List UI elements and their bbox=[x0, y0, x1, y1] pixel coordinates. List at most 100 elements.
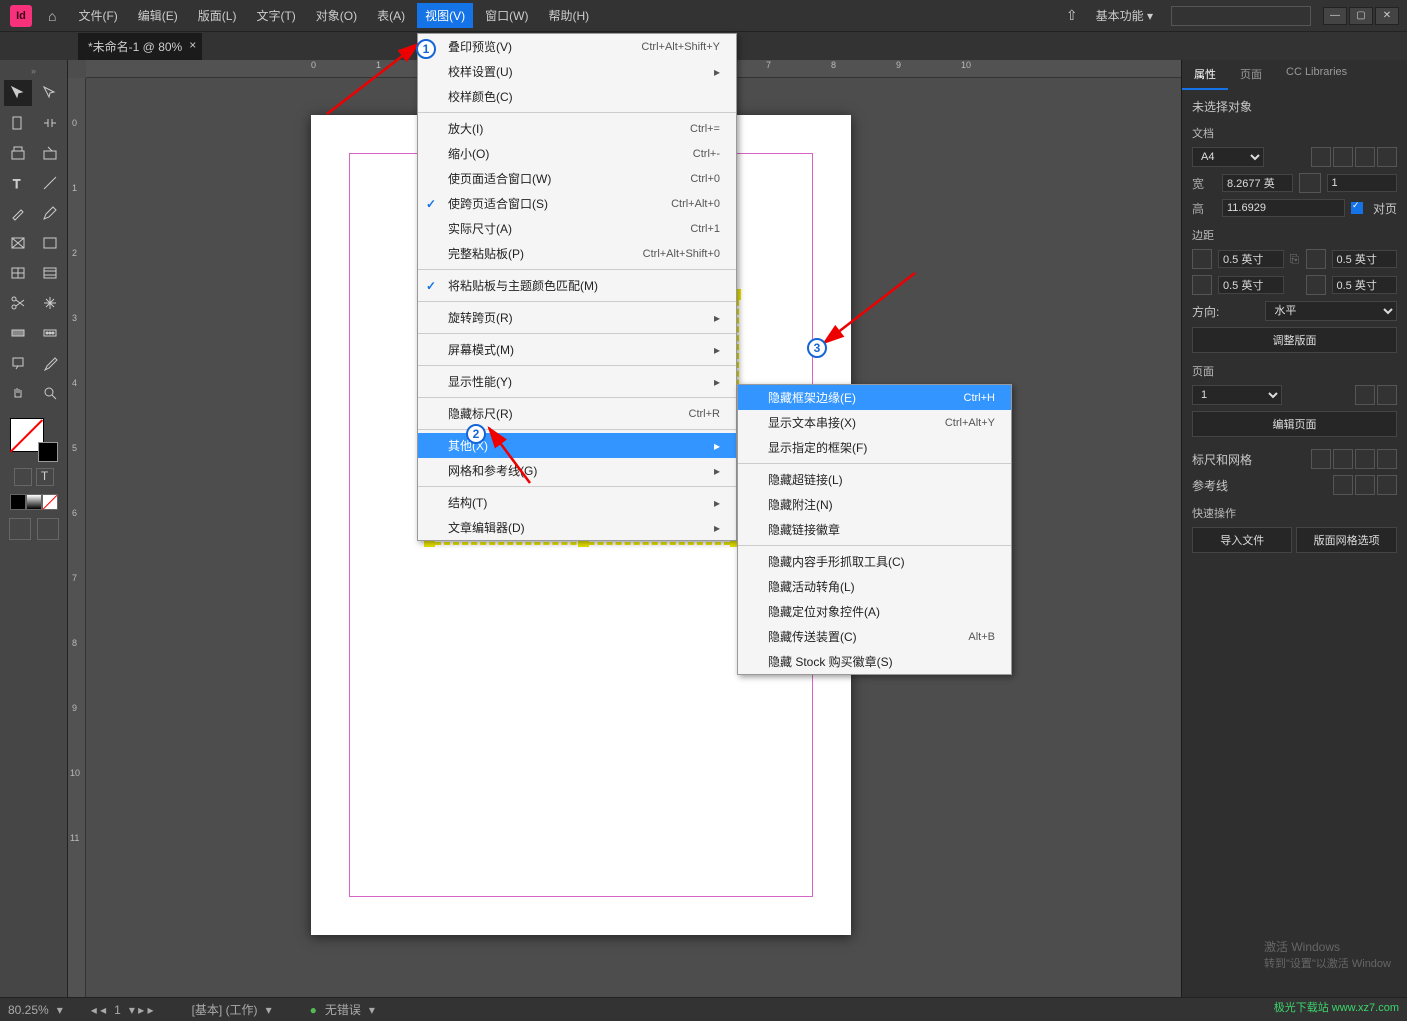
selection-tool[interactable] bbox=[4, 80, 32, 106]
menu-item[interactable]: 旋转跨页(R)▸ bbox=[418, 305, 736, 330]
facing-pages-checkbox[interactable] bbox=[1351, 202, 1363, 214]
menu-object[interactable]: 对象(O) bbox=[308, 3, 365, 28]
orientation-select[interactable]: 水平 bbox=[1265, 301, 1397, 321]
tab-properties[interactable]: 属性 bbox=[1182, 60, 1228, 90]
grid-icon-2[interactable] bbox=[1333, 449, 1353, 469]
menu-layout[interactable]: 版面(L) bbox=[190, 3, 245, 28]
scissors-tool[interactable] bbox=[4, 290, 32, 316]
menu-item[interactable]: 隐藏标尺(R)Ctrl+R bbox=[418, 401, 736, 426]
menu-item[interactable]: 校样颜色(C) bbox=[418, 84, 736, 109]
guides-icon-2[interactable] bbox=[1355, 475, 1375, 495]
grid-icon-3[interactable] bbox=[1355, 449, 1375, 469]
close-button[interactable]: ✕ bbox=[1375, 7, 1399, 25]
gradient-swatch-tool[interactable] bbox=[4, 320, 32, 346]
direct-selection-tool[interactable] bbox=[36, 80, 64, 106]
layout-grid-button[interactable]: 版面网格选项 bbox=[1296, 527, 1396, 553]
hand-tool[interactable] bbox=[4, 380, 32, 406]
page-icon-1[interactable] bbox=[1355, 147, 1375, 167]
menu-item[interactable]: 文章编辑器(D)▸ bbox=[418, 515, 736, 540]
stroke-swatch[interactable] bbox=[38, 442, 58, 462]
apply-none-icon[interactable] bbox=[42, 494, 58, 510]
rectangle-frame-tool[interactable] bbox=[4, 230, 32, 256]
menu-item[interactable]: 屏幕模式(M)▸ bbox=[418, 337, 736, 362]
margin-left-input[interactable] bbox=[1332, 250, 1398, 268]
table-tool-1[interactable] bbox=[4, 260, 32, 286]
menu-type[interactable]: 文字(T) bbox=[248, 3, 303, 28]
rectangle-tool[interactable] bbox=[36, 230, 64, 256]
menu-item[interactable]: 隐藏附注(N) bbox=[738, 492, 1011, 517]
menu-item[interactable]: 结构(T)▸ bbox=[418, 490, 736, 515]
pen-tool[interactable] bbox=[4, 200, 32, 226]
pages-input[interactable] bbox=[1327, 174, 1398, 192]
content-collector-tool[interactable] bbox=[4, 140, 32, 166]
pages-icon[interactable] bbox=[1299, 173, 1321, 193]
menu-item[interactable]: 实际尺寸(A)Ctrl+1 bbox=[418, 216, 736, 241]
margin-right-input[interactable] bbox=[1332, 276, 1398, 294]
menu-item[interactable]: 完整粘贴板(P)Ctrl+Alt+Shift+0 bbox=[418, 241, 736, 266]
margin-bottom-input[interactable] bbox=[1218, 276, 1284, 294]
menu-item[interactable]: ✓将粘贴板与主题颜色匹配(M) bbox=[418, 273, 736, 298]
profile-label[interactable]: [基本] (工作) bbox=[192, 1001, 258, 1018]
page-tool[interactable] bbox=[4, 110, 32, 136]
menu-view[interactable]: 视图(V) bbox=[417, 3, 473, 28]
adjust-layout-button[interactable]: 调整版面 bbox=[1192, 327, 1397, 353]
type-tool[interactable]: T bbox=[4, 170, 32, 196]
menu-item[interactable]: 显示性能(Y)▸ bbox=[418, 369, 736, 394]
height-input[interactable] bbox=[1222, 199, 1345, 217]
fill-stroke-swatch[interactable] bbox=[10, 418, 58, 462]
minimize-button[interactable]: — bbox=[1323, 7, 1347, 25]
apply-color-icon[interactable] bbox=[10, 494, 26, 510]
formatting-container-icon[interactable] bbox=[14, 468, 32, 486]
orientation-portrait-icon[interactable] bbox=[1311, 147, 1331, 167]
zoom-tool[interactable] bbox=[36, 380, 64, 406]
grid-icon-1[interactable] bbox=[1311, 449, 1331, 469]
menu-window[interactable]: 窗口(W) bbox=[477, 3, 536, 28]
menu-item[interactable]: 隐藏活动转角(L) bbox=[738, 574, 1011, 599]
menu-item[interactable]: 显示指定的框架(F) bbox=[738, 435, 1011, 460]
menu-item[interactable]: 隐藏内容手形抓取工具(C) bbox=[738, 549, 1011, 574]
line-tool[interactable] bbox=[36, 170, 64, 196]
menu-file[interactable]: 文件(F) bbox=[70, 3, 125, 28]
menu-item[interactable]: 缩小(O)Ctrl+- bbox=[418, 141, 736, 166]
menu-item[interactable]: 校样设置(U)▸ bbox=[418, 59, 736, 84]
maximize-button[interactable]: ▢ bbox=[1349, 7, 1373, 25]
edit-page-button[interactable]: 编辑页面 bbox=[1192, 411, 1397, 437]
width-input[interactable] bbox=[1222, 174, 1293, 192]
workspace-select[interactable]: 基本功能 ▾ bbox=[1090, 5, 1159, 26]
page-number-select[interactable]: 1 bbox=[1192, 385, 1282, 405]
apply-gradient-icon[interactable] bbox=[26, 494, 42, 510]
guides-icon-1[interactable] bbox=[1333, 475, 1353, 495]
menu-help[interactable]: 帮助(H) bbox=[540, 3, 597, 28]
menu-item[interactable]: 隐藏超链接(L) bbox=[738, 467, 1011, 492]
menu-item[interactable]: 隐藏 Stock 购买徽章(S) bbox=[738, 649, 1011, 674]
menu-item[interactable]: 显示文本串接(X)Ctrl+Alt+Y bbox=[738, 410, 1011, 435]
note-tool[interactable] bbox=[4, 350, 32, 376]
search-input[interactable] bbox=[1171, 6, 1311, 26]
orientation-landscape-icon[interactable] bbox=[1333, 147, 1353, 167]
tab-cc-libraries[interactable]: CC Libraries bbox=[1274, 60, 1359, 90]
page-nav-icon-2[interactable] bbox=[1377, 385, 1397, 405]
gradient-feather-tool[interactable] bbox=[36, 320, 64, 346]
view-mode-normal[interactable] bbox=[9, 518, 31, 540]
menu-item[interactable]: ✓使跨页适合窗口(S)Ctrl+Alt+0 bbox=[418, 191, 736, 216]
menu-item[interactable]: 放大(I)Ctrl+= bbox=[418, 116, 736, 141]
view-mode-preview[interactable] bbox=[37, 518, 59, 540]
page-indicator[interactable]: 1 bbox=[114, 1003, 121, 1017]
pencil-tool[interactable] bbox=[36, 200, 64, 226]
menu-table[interactable]: 表(A) bbox=[369, 3, 413, 28]
zoom-level[interactable]: 80.25% bbox=[8, 1003, 49, 1017]
eyedropper-tool[interactable] bbox=[36, 350, 64, 376]
formatting-text-icon[interactable]: T bbox=[36, 468, 54, 486]
share-icon[interactable]: ⇧ bbox=[1066, 7, 1078, 24]
margin-top-input[interactable] bbox=[1218, 250, 1284, 268]
menu-item[interactable]: 叠印预览(V)Ctrl+Alt+Shift+Y bbox=[418, 34, 736, 59]
menu-item[interactable]: 隐藏定位对象控件(A) bbox=[738, 599, 1011, 624]
table-tool-2[interactable] bbox=[36, 260, 64, 286]
close-icon[interactable]: × bbox=[189, 38, 196, 52]
guides-icon-3[interactable] bbox=[1377, 475, 1397, 495]
tab-pages[interactable]: 页面 bbox=[1228, 60, 1274, 90]
page-icon-2[interactable] bbox=[1377, 147, 1397, 167]
menu-item[interactable]: 隐藏链接徽章 bbox=[738, 517, 1011, 542]
menu-item[interactable]: 隐藏框架边缘(E)Ctrl+H bbox=[738, 385, 1011, 410]
menu-edit[interactable]: 编辑(E) bbox=[130, 3, 186, 28]
